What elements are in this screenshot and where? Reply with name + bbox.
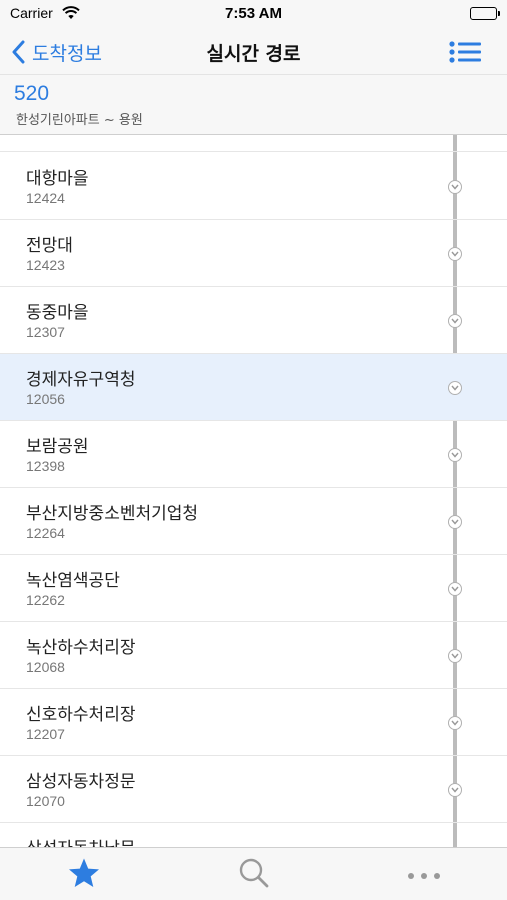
- tab-bar: [0, 847, 507, 900]
- list-item[interactable]: 녹산하수처리장 12068: [0, 622, 507, 689]
- stop-name: 대항마을: [26, 169, 89, 189]
- stop-id: 12207: [26, 726, 65, 742]
- list-item[interactable]: 전망대 12423: [0, 220, 507, 287]
- stop-id: 12424: [26, 190, 65, 206]
- stop-id: 12423: [26, 257, 65, 273]
- star-icon: [67, 857, 101, 893]
- page-title: 실시간 경로: [206, 43, 301, 65]
- tab-favorites[interactable]: [64, 858, 104, 892]
- stop-id: 12262: [26, 592, 65, 608]
- stop-id: 12422: [26, 135, 65, 138]
- stop-id: 12056: [26, 391, 65, 407]
- stop-id: 12264: [26, 525, 65, 541]
- stop-name: 삼성자동차정문: [26, 772, 136, 792]
- list-item[interactable]: 대항마을 12424: [0, 153, 507, 220]
- stop-node-icon: [448, 247, 462, 261]
- navigation-bar: 도착정보 실시간 경로: [0, 30, 507, 74]
- list-item[interactable]: 삼성자동차정문 12070: [0, 756, 507, 823]
- search-icon: [238, 857, 270, 893]
- stop-node-icon: [448, 381, 462, 395]
- list-item[interactable]: 부산지방중소벤처기업청 12264: [0, 488, 507, 555]
- screen: Carrier 7:53 AM 도착정보 실시간 경로 520 한성기린아파트 …: [0, 0, 507, 900]
- stop-node-icon: [448, 180, 462, 194]
- list-item[interactable]: 12422: [0, 135, 507, 152]
- stop-id: 12070: [26, 793, 65, 809]
- stop-name: 전망대: [26, 236, 73, 256]
- list-item-highlighted[interactable]: 경제자유구역청 12056: [0, 354, 507, 421]
- tab-search[interactable]: [234, 858, 274, 892]
- stop-node-icon: [448, 515, 462, 529]
- status-bar: Carrier 7:53 AM: [0, 0, 507, 30]
- stop-node-icon: [448, 582, 462, 596]
- list-item[interactable]: 동중마을 12307: [0, 287, 507, 354]
- tab-more[interactable]: [404, 858, 444, 892]
- stop-name: 녹산염색공단: [26, 571, 120, 591]
- battery-icon: [470, 7, 500, 20]
- stop-node-icon: [448, 649, 462, 663]
- stop-name: 삼성자동차남문: [26, 834, 135, 847]
- stop-node-icon: [448, 716, 462, 730]
- more-icon: [406, 866, 442, 885]
- route-description: 한성기린아파트 ~ 용원: [16, 113, 143, 128]
- list-item[interactable]: 신호하수처리장 12207: [0, 689, 507, 756]
- list-icon: [449, 41, 481, 67]
- stop-name: 녹산하수처리장: [26, 638, 136, 658]
- stop-name: 동중마을: [26, 303, 89, 323]
- route-header: 520 한성기린아파트 ~ 용원: [0, 74, 507, 135]
- stop-node-icon: [448, 783, 462, 797]
- stop-name: 신호하수처리장: [26, 705, 136, 725]
- stop-list[interactable]: 12422 대항마을 12424 전망대 12423 동중마을 12307 경제…: [0, 135, 507, 847]
- stop-id: 12068: [26, 659, 65, 675]
- status-time: 7:53 AM: [225, 5, 282, 22]
- list-menu-button[interactable]: [449, 41, 481, 63]
- stop-name: 보람공원: [26, 437, 89, 457]
- list-item[interactable]: 삼성자동차남문: [0, 823, 507, 847]
- stop-name: 경제자유구역청: [26, 370, 136, 390]
- stop-name: 부산지방중소벤처기업청: [26, 504, 199, 524]
- stop-node-icon: [448, 314, 462, 328]
- stop-id: 12307: [26, 324, 65, 340]
- stop-node-icon: [448, 448, 462, 462]
- route-number: 520: [14, 82, 50, 105]
- list-item[interactable]: 녹산염색공단 12262: [0, 555, 507, 622]
- stop-id: 12398: [26, 458, 65, 474]
- list-item[interactable]: 보람공원 12398: [0, 421, 507, 488]
